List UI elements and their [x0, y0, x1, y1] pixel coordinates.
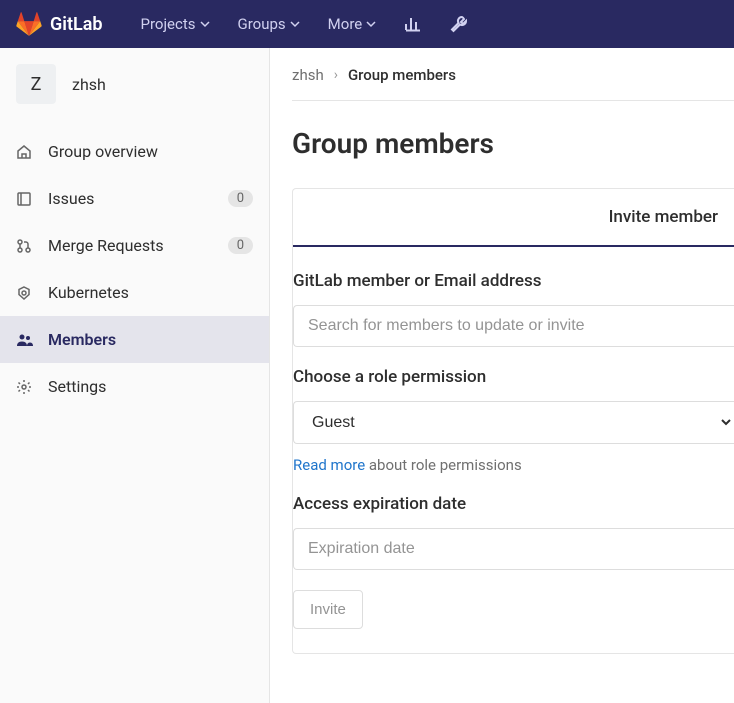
sidebar: Z zhsh Group overview Issues 0 Merge Req… [0, 48, 270, 703]
nav-groups[interactable]: Groups [228, 7, 310, 41]
gear-icon [16, 379, 34, 395]
role-label: Choose a role permission [293, 367, 734, 387]
expiration-input[interactable] [293, 528, 734, 570]
chevron-down-icon [290, 19, 300, 29]
wrench-icon [450, 15, 468, 33]
group-avatar: Z [16, 64, 56, 104]
chevron-down-icon [366, 19, 376, 29]
kubernetes-icon [16, 285, 34, 301]
sidebar-group-header[interactable]: Z zhsh [0, 48, 269, 120]
sidebar-item-label: Settings [48, 377, 106, 396]
sidebar-item-members[interactable]: Members [0, 316, 269, 363]
activity-icon-button[interactable] [394, 7, 432, 41]
sidebar-item-issues[interactable]: Issues 0 [0, 175, 269, 222]
chevron-right-icon: › [334, 67, 338, 83]
merge-icon [16, 238, 34, 254]
member-search-input[interactable] [293, 305, 734, 347]
role-help-text: Read more about role permissions [293, 456, 734, 474]
nav-projects[interactable]: Projects [131, 7, 220, 41]
gitlab-logo[interactable]: GitLab [16, 11, 103, 37]
tab-invite-member[interactable]: Invite member [293, 189, 734, 247]
breadcrumb-current: Group members [348, 66, 456, 84]
sidebar-item-label: Merge Requests [48, 236, 164, 255]
gitlab-tanuki-icon [16, 11, 42, 37]
mr-badge: 0 [228, 237, 253, 254]
sidebar-item-label: Issues [48, 189, 94, 208]
members-icon [16, 331, 34, 349]
sidebar-item-label: Group overview [48, 142, 158, 161]
issues-badge: 0 [228, 190, 253, 207]
invite-button[interactable]: Invite [293, 590, 363, 629]
sidebar-item-overview[interactable]: Group overview [0, 128, 269, 175]
sidebar-item-settings[interactable]: Settings [0, 363, 269, 410]
home-icon [16, 144, 34, 160]
nav-more[interactable]: More [318, 7, 387, 41]
sidebar-item-kubernetes[interactable]: Kubernetes [0, 269, 269, 316]
member-label: GitLab member or Email address [293, 271, 734, 291]
brand-text: GitLab [50, 14, 103, 35]
expiration-label: Access expiration date [293, 494, 734, 514]
chart-icon [404, 15, 422, 33]
issues-icon [16, 191, 34, 207]
group-name: zhsh [72, 75, 106, 94]
chevron-down-icon [200, 19, 210, 29]
read-more-link[interactable]: Read more [293, 456, 365, 474]
sidebar-item-label: Members [48, 330, 116, 349]
breadcrumb: zhsh › Group members [292, 66, 734, 101]
sidebar-item-merge-requests[interactable]: Merge Requests 0 [0, 222, 269, 269]
role-select[interactable]: Guest [293, 401, 734, 444]
breadcrumb-root[interactable]: zhsh [292, 66, 324, 84]
admin-icon-button[interactable] [440, 7, 478, 41]
sidebar-item-label: Kubernetes [48, 283, 129, 302]
page-title: Group members [292, 127, 734, 160]
